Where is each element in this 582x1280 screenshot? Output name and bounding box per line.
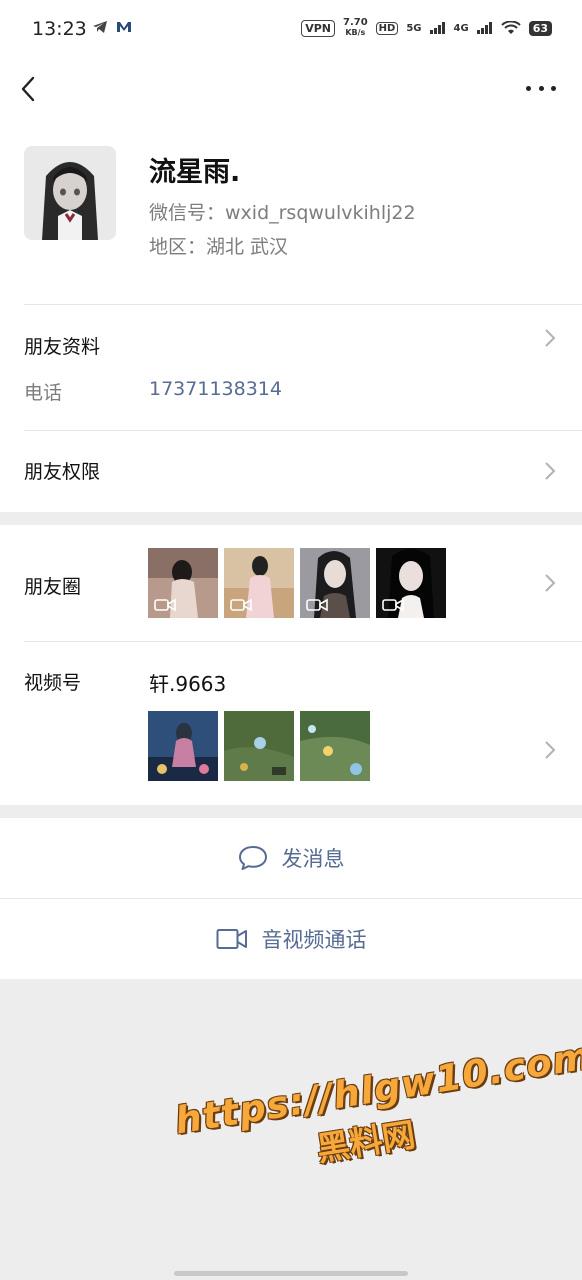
wifi-icon [500, 21, 521, 34]
profile-region: 地区：湖北 武汉 [149, 236, 289, 258]
avatar[interactable] [24, 146, 116, 240]
watermark: https://hlgw10.com 黑料网 [172, 1034, 582, 1192]
channel-video-thumb[interactable] [148, 711, 218, 781]
moments-thumb[interactable] [300, 548, 370, 618]
status-right-group: VPN 7.70 KB/s HD 5G 4G 63 [301, 18, 552, 38]
wechat-id: 微信号：wxid_rsqwulvkihlj22 [149, 202, 416, 224]
signal-icon [429, 22, 445, 34]
net-4g: 4G [453, 22, 469, 34]
friend-info-card: 朋友资料 电话 17371138314 朋友权限 [0, 304, 582, 512]
send-message-button[interactable]: 发消息 [0, 818, 582, 898]
video-camera-icon [216, 929, 247, 949]
channels-title: 视频号 [24, 672, 82, 694]
video-camera-icon [230, 598, 252, 612]
more-dots-icon[interactable] [526, 78, 556, 98]
mail-icon [117, 22, 131, 32]
telegram-icon [93, 21, 107, 33]
channels-row[interactable]: 视频号 轩.9663 [0, 642, 582, 805]
moments-title: 朋友圈 [24, 576, 82, 598]
chat-bubble-icon [238, 846, 267, 870]
moments-thumb[interactable] [224, 548, 294, 618]
battery-icon: 63 [528, 20, 552, 36]
profile-header: 流星雨. 微信号：wxid_rsqwulvkihlj22 地区：湖北 武汉 [0, 114, 582, 304]
chevron-right-icon [544, 328, 556, 348]
signal-icon [476, 22, 492, 34]
network-speed: 7.70 KB/s [343, 18, 368, 38]
status-bar: 13:23 VPN 7.70 KB/s HD 5G 4G 63 [0, 0, 582, 64]
chevron-right-icon [544, 740, 556, 760]
friend-permission-title: 朋友权限 [24, 461, 101, 483]
vpn-badge: VPN [301, 19, 335, 37]
navbar [0, 64, 582, 114]
video-call-button[interactable]: 音视频通话 [0, 899, 582, 979]
phone-number-link[interactable]: 17371138314 [149, 378, 282, 400]
send-message-label: 发消息 [281, 847, 345, 871]
chevron-right-icon [544, 573, 556, 593]
speed-value: 7.70 [342, 17, 368, 28]
video-camera-icon [154, 598, 176, 612]
channel-video-thumb[interactable] [224, 711, 294, 781]
hd-badge: HD [375, 21, 399, 35]
status-notification-icons [92, 20, 132, 34]
dot [551, 85, 556, 91]
back-chevron-icon[interactable] [18, 74, 42, 104]
friend-permission-row[interactable]: 朋友权限 [0, 431, 582, 512]
dot [538, 85, 544, 91]
home-indicator[interactable] [174, 1271, 408, 1276]
status-time: 13:23 [32, 18, 87, 40]
video-camera-icon [382, 598, 404, 612]
moments-row[interactable]: 朋友圈 [0, 525, 582, 641]
dot [526, 85, 531, 91]
channel-video-thumb[interactable] [300, 711, 370, 781]
moments-channels-card: 朋友圈 视频号 轩.9663 [0, 525, 582, 805]
moments-thumb[interactable] [376, 548, 446, 618]
video-camera-icon [306, 598, 328, 612]
friend-info-row[interactable]: 朋友资料 电话 17371138314 [0, 304, 582, 430]
video-call-label: 音视频通话 [261, 928, 367, 952]
speed-unit: KB/s [345, 28, 366, 37]
friend-info-title: 朋友资料 [24, 336, 101, 358]
chevron-right-icon [544, 461, 556, 481]
net-5g: 5G [406, 22, 422, 34]
moments-thumb[interactable] [148, 548, 218, 618]
channel-name: 轩.9663 [149, 672, 227, 696]
phone-label: 电话 [24, 382, 63, 404]
profile-name: 流星雨. [149, 157, 241, 188]
